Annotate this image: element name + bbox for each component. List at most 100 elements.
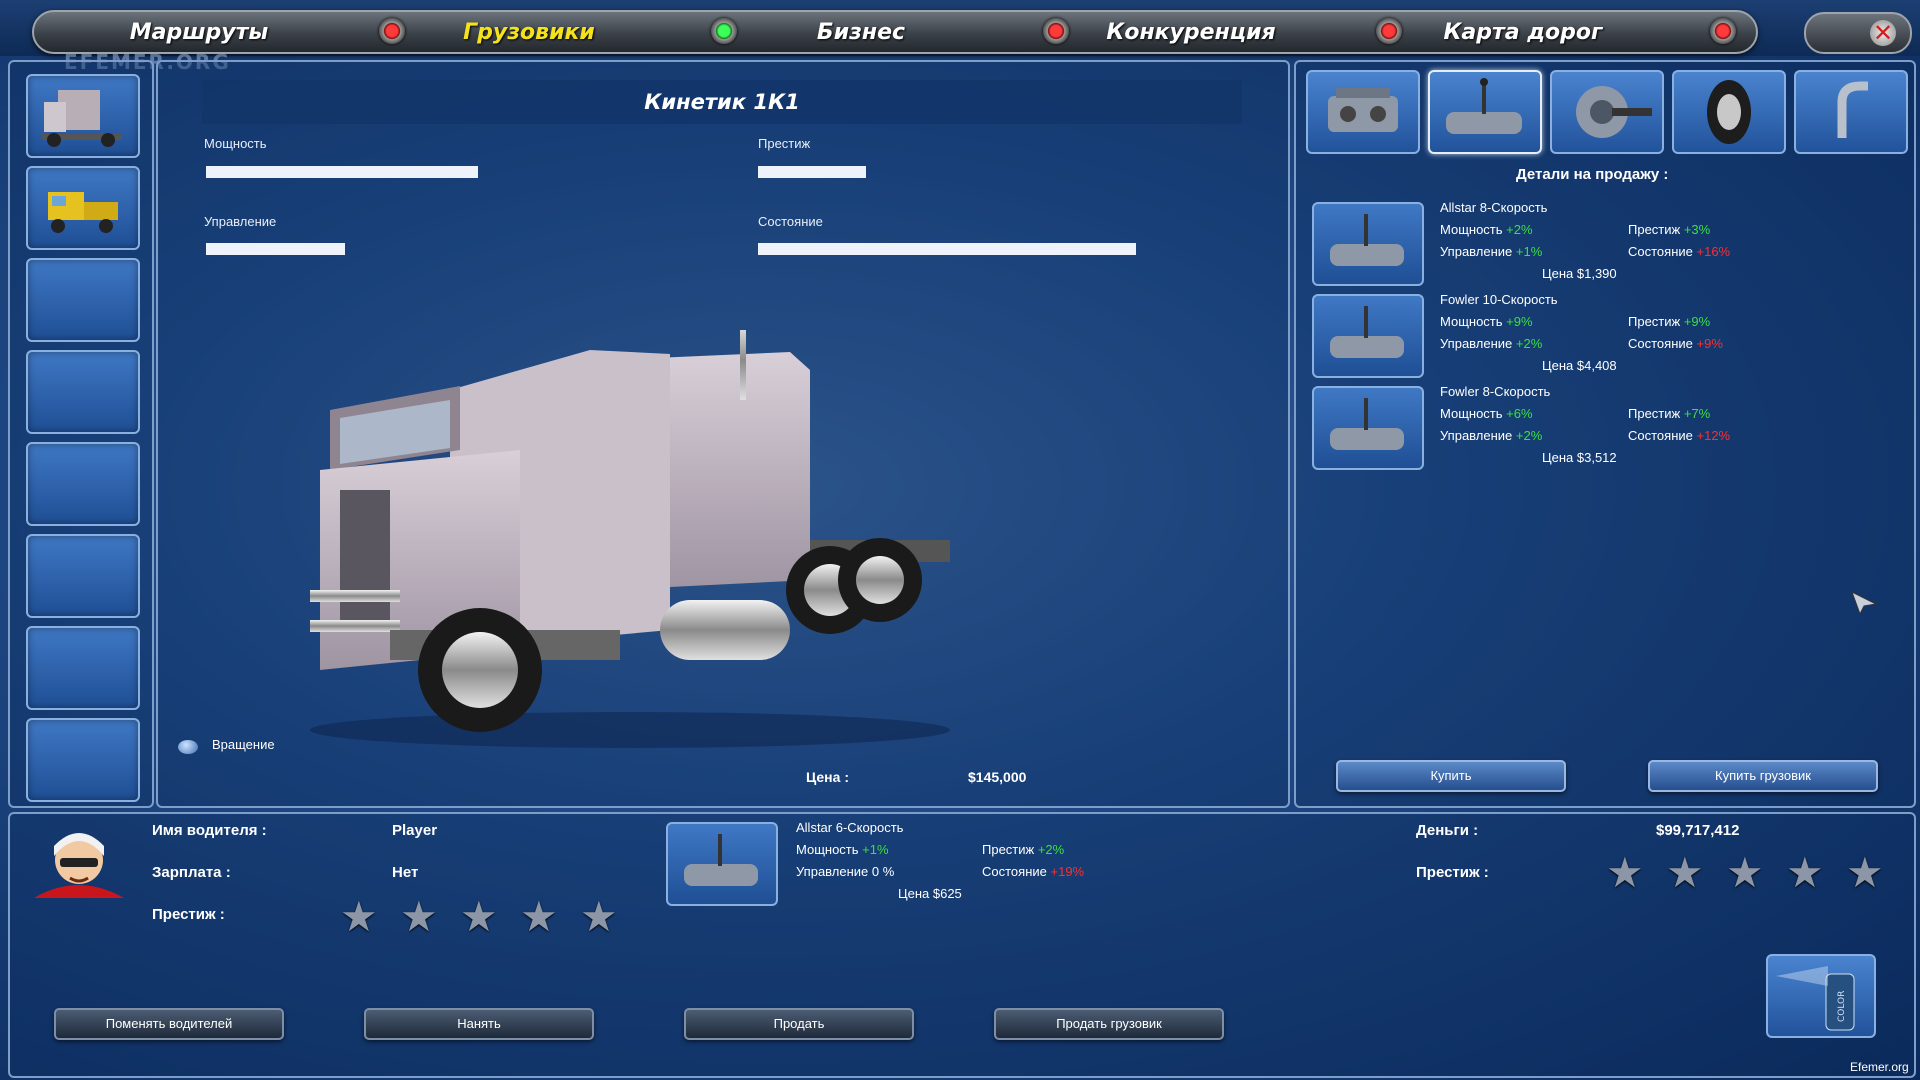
company-prestige-label: Престиж : [1416, 864, 1489, 881]
tab-competition-label: Конкуренция [1106, 19, 1276, 45]
condition-label: Состояние [758, 214, 823, 229]
part-1-prestige: +3% [1683, 222, 1711, 237]
transmission-icon [684, 834, 758, 886]
truck-slot-1[interactable] [26, 74, 140, 158]
driver-name: Player [392, 822, 438, 839]
truck-slot-7[interactable] [26, 626, 140, 710]
rotate-toggle[interactable] [178, 740, 198, 754]
transmission-icon [1330, 398, 1404, 450]
buy-truck-button[interactable]: Купить грузовик [1648, 760, 1878, 792]
chassis-icon [1576, 86, 1652, 138]
sell-truck-button[interactable]: Продать грузовик [994, 1008, 1224, 1040]
part-3-name: Fowler 8-Скорость [1440, 384, 1551, 399]
condition-bar-fill [758, 243, 1136, 255]
truck-slot-4[interactable] [26, 350, 140, 434]
paint-icon-label: COLOR [1837, 991, 1847, 1022]
exhaust-icon [1837, 81, 1868, 138]
category-chassis[interactable] [1550, 70, 1664, 154]
road-map-indicator-icon [1710, 18, 1736, 44]
change-driver-button[interactable]: Поменять водителей [54, 1008, 284, 1040]
installed-prestige: +2% [1037, 842, 1065, 857]
buy-part-button[interactable]: Купить [1336, 760, 1566, 792]
driver-avatar [34, 833, 124, 898]
category-tires[interactable] [1672, 70, 1786, 154]
power-bar-fill [206, 166, 479, 178]
transmission-icon [1330, 306, 1404, 358]
part-2-handling: +2% [1515, 336, 1543, 351]
star-icon: ★ [1786, 849, 1824, 896]
close-button[interactable]: ✕ [1804, 12, 1912, 54]
category-exhaust[interactable] [1794, 70, 1908, 154]
part-item-1[interactable] [1312, 202, 1424, 286]
paint-button[interactable]: COLOR [1766, 954, 1876, 1038]
truck-thumb-icon [42, 90, 122, 147]
star-icon: ★ [460, 893, 498, 940]
installed-handling-label: Управление [796, 864, 869, 879]
handling-label: Управление [204, 214, 277, 229]
part-2-condition-label: Состояние [1628, 336, 1693, 351]
footer-watermark: Efemer.org [1850, 1060, 1909, 1074]
star-icon: ★ [400, 893, 438, 940]
tab-competition[interactable]: Конкуренция [1026, 12, 1402, 52]
price-label: Цена : [806, 769, 849, 785]
truck-slot-8[interactable] [26, 718, 140, 802]
tab-business[interactable]: Бизнес [696, 12, 1069, 52]
truck-slot-2[interactable] [26, 166, 140, 250]
part-3-prestige: +7% [1683, 406, 1711, 421]
installed-handling: 0 % [871, 864, 895, 879]
installed-prestige-label: Престиж [982, 842, 1035, 857]
installed-power: +1% [862, 842, 889, 857]
part-1-handling-label: Управление [1440, 244, 1513, 259]
star-icon: ★ [1846, 849, 1884, 896]
star-icon: ★ [1606, 849, 1644, 896]
close-icon: ✕ [1870, 20, 1896, 46]
installed-condition-label: Состояние [982, 864, 1047, 879]
installed-part-slot[interactable] [666, 822, 778, 906]
star-icon: ★ [580, 893, 618, 940]
part-1-condition-label: Состояние [1628, 244, 1693, 259]
truck-slot-3[interactable] [26, 258, 140, 342]
tab-routes[interactable]: Маршруты [34, 12, 405, 52]
tab-trucks-label: Грузовики [463, 19, 595, 45]
sell-button[interactable]: Продать [684, 1008, 914, 1040]
driver-name-label: Имя водителя : [152, 822, 267, 839]
installed-part-name: Allstar 6-Скорость [796, 820, 904, 835]
power-label: Мощность [204, 136, 267, 151]
truck-thumb-yellow-icon [48, 192, 118, 233]
spray-can-icon: COLOR [1776, 966, 1855, 1031]
tab-business-label: Бизнес [816, 19, 906, 45]
part-2-prestige: +9% [1683, 314, 1711, 329]
salary-label: Зарплата : [152, 864, 231, 881]
prestige-bar-fill [758, 166, 866, 178]
category-engine[interactable] [1306, 70, 1420, 154]
part-3-power-label: Мощность [1440, 406, 1503, 421]
part-2-power-label: Мощность [1440, 314, 1503, 329]
star-icon: ★ [1726, 849, 1764, 896]
parts-heading: Детали на продажу : [1516, 166, 1669, 183]
star-icon: ★ [1666, 849, 1704, 896]
category-transmission[interactable] [1428, 70, 1542, 154]
part-1-price: Цена $1,390 [1542, 266, 1617, 281]
tab-road-map[interactable]: Карта дорог [1358, 12, 1736, 52]
star-icon: ★ [340, 893, 378, 940]
part-2-power: +9% [1506, 314, 1533, 329]
tab-road-map-label: Карта дорог [1443, 19, 1603, 45]
driver-prestige-label: Престиж : [152, 906, 225, 923]
part-1-power: +2% [1506, 222, 1533, 237]
truck-slot-5[interactable] [26, 442, 140, 526]
tire-icon [1707, 80, 1751, 144]
part-item-2[interactable] [1312, 294, 1424, 378]
mouse-cursor-icon [1851, 590, 1878, 616]
handling-bar-fill [206, 243, 345, 255]
part-item-3[interactable] [1312, 386, 1424, 470]
power-bar [206, 166, 740, 178]
tab-trucks[interactable]: Грузовики [364, 12, 737, 52]
part-3-handling: +2% [1515, 428, 1543, 443]
truck-slot-6[interactable] [26, 534, 140, 618]
part-2-condition: +9% [1696, 336, 1723, 351]
rotate-label: Вращение [212, 737, 275, 752]
installed-part-price: Цена $625 [898, 886, 962, 901]
part-1-condition: +16% [1696, 244, 1731, 259]
part-3-condition: +12% [1696, 428, 1731, 443]
hire-button[interactable]: Нанять [364, 1008, 594, 1040]
